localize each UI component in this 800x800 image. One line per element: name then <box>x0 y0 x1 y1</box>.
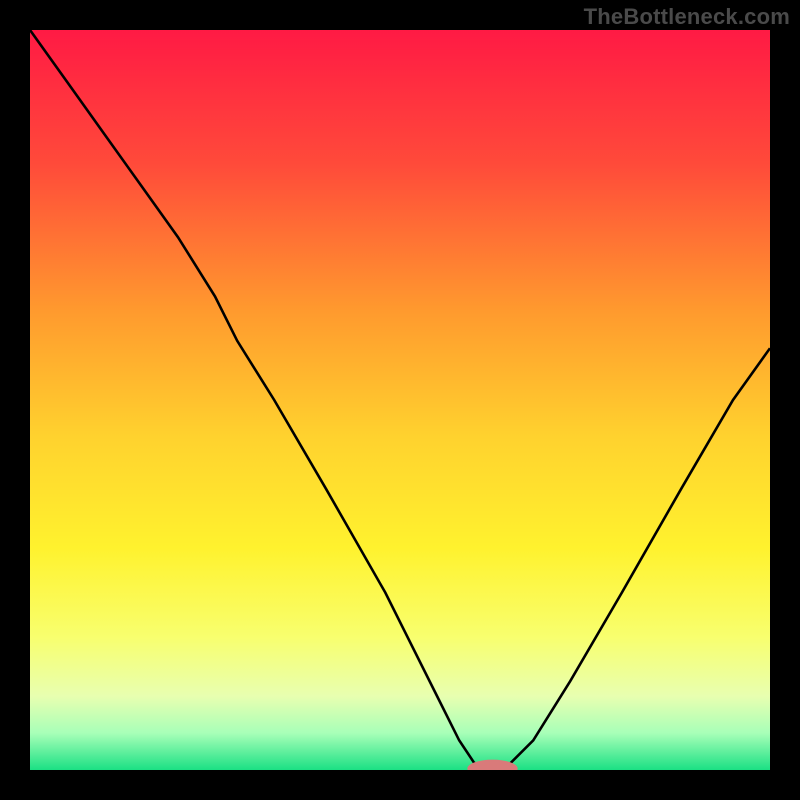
chart-frame: TheBottleneck.com <box>0 0 800 800</box>
watermark-text: TheBottleneck.com <box>584 4 790 30</box>
bottleneck-chart <box>30 30 770 770</box>
plot-background <box>30 30 770 770</box>
